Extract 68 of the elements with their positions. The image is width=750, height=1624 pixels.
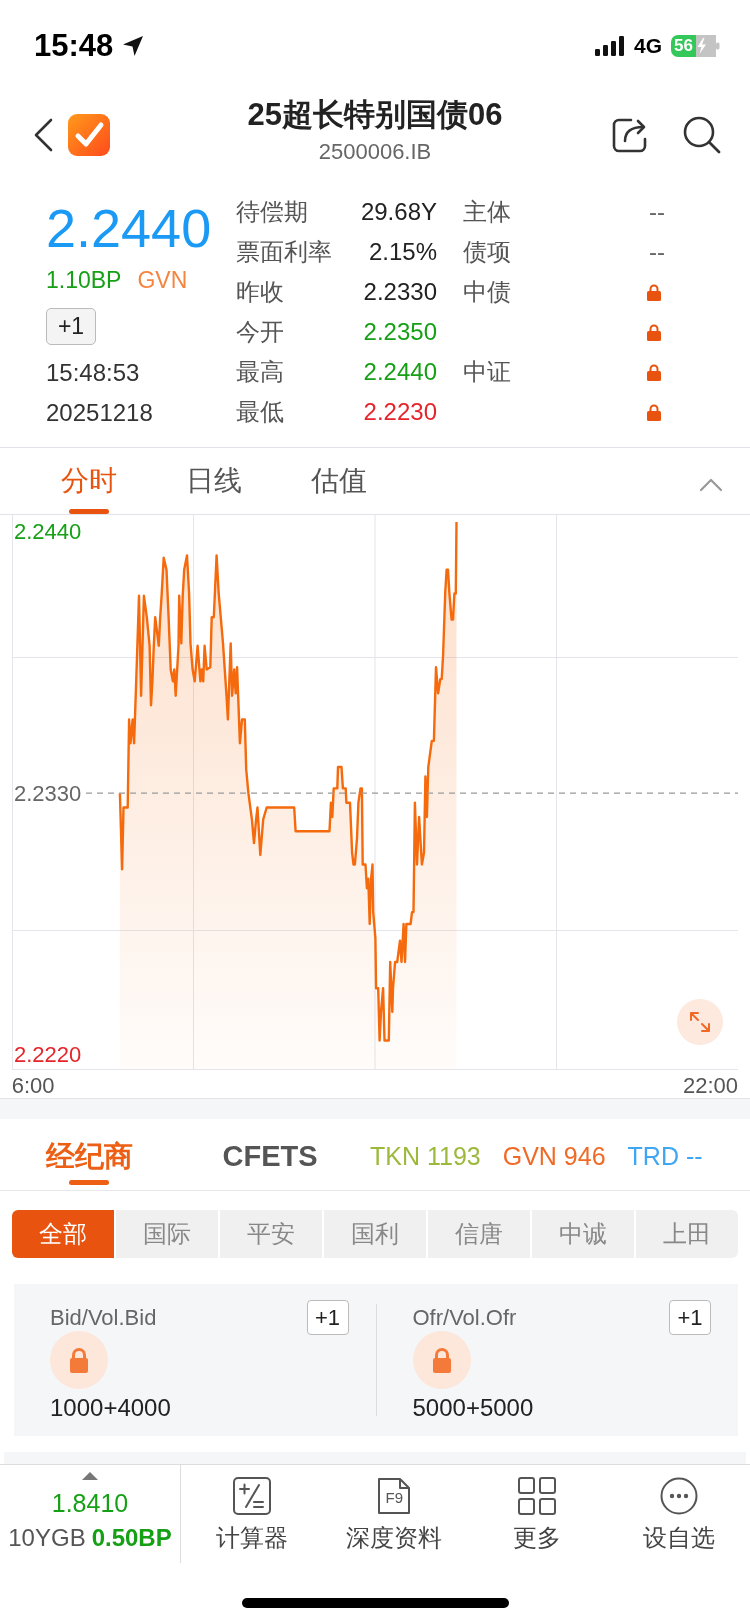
status-time: 15:48	[34, 28, 114, 64]
order-label: Ofr/Vol.Ofr	[412, 1304, 517, 1331]
check-logo-icon	[68, 114, 110, 156]
stat-value: 2.2440	[362, 358, 437, 386]
calculator-icon	[233, 1477, 272, 1515]
add-button[interactable]: +1	[306, 1300, 349, 1335]
toolbar-button[interactable]: 更多	[465, 1465, 608, 1564]
axis-label: 2.2220	[14, 1042, 82, 1068]
stat-value: 2.15%	[367, 238, 437, 266]
stat-label: 昨收	[236, 277, 285, 307]
stat-value: 2.2330	[362, 278, 437, 306]
chart-tab[interactable]: 估值	[289, 448, 389, 514]
stat-label: 中债	[462, 277, 512, 307]
expand-button[interactable]	[677, 999, 723, 1045]
price-value: 2.2440	[46, 198, 212, 258]
source-count: TKN 1193	[370, 1141, 481, 1172]
stat-label: 待偿期	[236, 197, 309, 227]
broker-tab[interactable]: CFETS	[215, 1119, 325, 1185]
bond-code: 2500006.IB	[318, 138, 432, 166]
expand-icon	[689, 1011, 711, 1033]
stat-label: 今开	[236, 317, 285, 347]
page-title: 25超长特别国债06	[247, 96, 503, 134]
grid-icon	[517, 1477, 556, 1515]
more-icon	[659, 1477, 698, 1515]
stat-label: 票面利率	[236, 237, 333, 267]
document-icon: F9	[377, 1477, 412, 1515]
back-icon[interactable]	[32, 118, 54, 152]
stat-value: 2.2350	[362, 318, 437, 346]
benchmark-change: 0.50BP	[91, 1523, 172, 1553]
network-type: 4G	[634, 34, 662, 58]
axis-label: 6:00	[11, 1072, 55, 1098]
benchmark-name: 10YGB	[8, 1523, 86, 1553]
change-value: 1.10BP	[46, 266, 122, 295]
broker-filter[interactable]: 全部	[12, 1210, 114, 1258]
add-button[interactable]: +1	[46, 308, 96, 345]
toolbar-button[interactable]: 设自选	[607, 1465, 750, 1564]
battery-level: 56	[674, 35, 694, 57]
axis-label: 2.2440	[14, 519, 82, 545]
stat-label: 最低	[236, 397, 285, 427]
stat-label: 主体	[462, 197, 512, 227]
benchmark-value: 1.8410	[51, 1489, 129, 1517]
order-label: Bid/Vol.Bid	[50, 1304, 157, 1331]
add-button[interactable]: +1	[669, 1300, 711, 1335]
chart-tab[interactable]: 分时	[39, 448, 139, 514]
stat-value: --	[649, 238, 665, 266]
source-label: GVN	[137, 266, 188, 295]
stat-value: --	[649, 198, 665, 226]
source-count: TRD --	[627, 1141, 703, 1172]
stat-value: 29.68Y	[359, 198, 437, 226]
quote-date: 20251218	[46, 398, 153, 428]
source-count: GVN 946	[502, 1141, 606, 1172]
chevron-up-icon[interactable]	[699, 478, 723, 492]
chart-tab[interactable]: 日线	[164, 448, 264, 514]
toolbar-button[interactable]: F9 深度资料	[323, 1465, 466, 1564]
order-volume: 5000+5000	[412, 1393, 534, 1423]
axis-label: 2.2330	[14, 780, 82, 806]
axis-label: 22:00	[682, 1072, 738, 1098]
location-arrow-icon	[122, 35, 145, 57]
stat-label: 债项	[462, 237, 512, 267]
caret-up-icon	[82, 1472, 98, 1480]
stat-value: 2.2230	[362, 398, 437, 426]
order-volume: 1000+4000	[50, 1393, 171, 1423]
toolbar-button[interactable]: 计算器	[181, 1465, 324, 1564]
signal-icon	[595, 36, 625, 56]
stat-label: 中证	[462, 357, 512, 387]
stat-label: 最高	[236, 357, 285, 387]
search-icon[interactable]	[682, 115, 722, 155]
quote-time: 15:48:53	[46, 358, 140, 388]
